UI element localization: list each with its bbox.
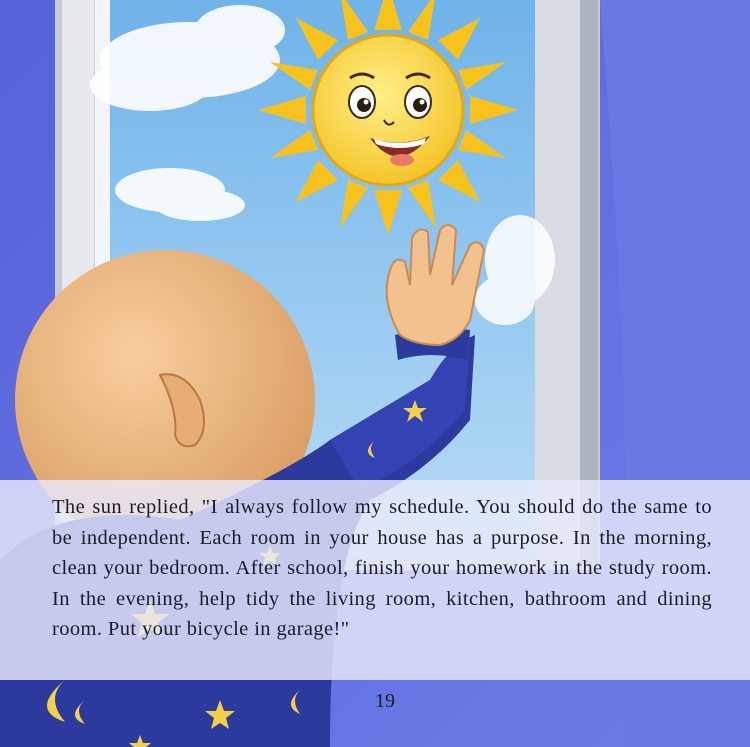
story-text: The sun replied, "I always follow my sch… [52,496,712,640]
page-number: 19 [375,690,395,712]
